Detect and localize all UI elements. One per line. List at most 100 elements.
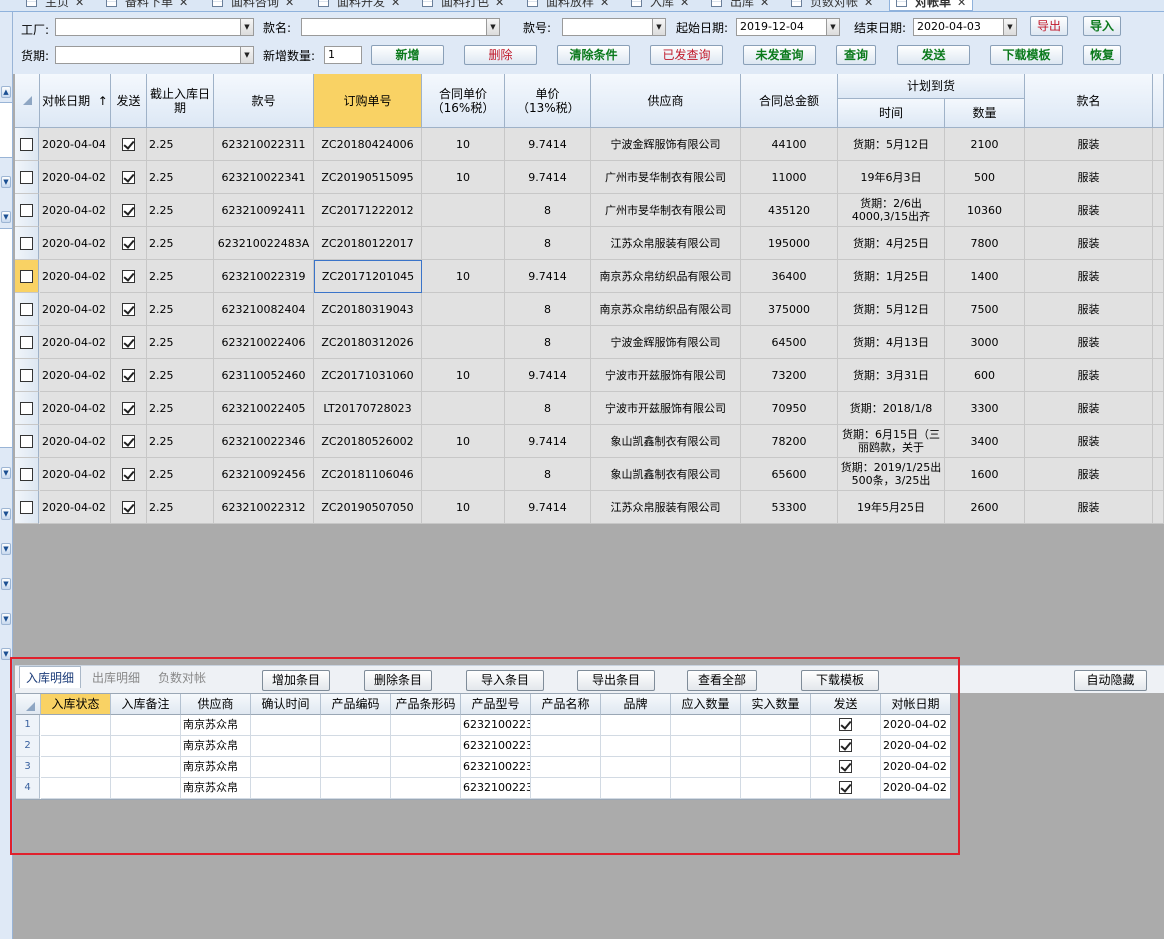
cell-model[interactable]: 6232100223 (461, 715, 531, 736)
cell-brand[interactable] (601, 778, 671, 799)
cell-style-no[interactable]: 623210022483A (214, 227, 314, 260)
cell-expected-qty[interactable] (671, 736, 741, 757)
cell-order-no[interactable]: ZC20190507050 (314, 491, 422, 524)
close-icon[interactable]: ✕ (600, 0, 609, 9)
cell-order-no[interactable]: ZC20171222012 (314, 194, 422, 227)
cell-deadline[interactable]: 2.25 (147, 194, 214, 227)
cell-plan-qty[interactable]: 7800 (945, 227, 1025, 260)
checkbox-icon[interactable] (122, 236, 135, 250)
cell-deadline[interactable]: 2.25 (147, 293, 214, 326)
cell-actual-qty[interactable] (741, 778, 811, 799)
row-number[interactable]: 4 (16, 778, 40, 799)
chevron-down-icon[interactable]: ▼ (1, 648, 11, 660)
cell-style-no[interactable]: 623210022311 (214, 128, 314, 161)
cell-product-name[interactable] (531, 736, 601, 757)
cell-unit-price[interactable]: 9.7414 (505, 491, 591, 524)
cell-order-no[interactable]: ZC20180424006 (314, 128, 422, 161)
cell-style-name[interactable]: 服装 (1025, 194, 1153, 227)
delete-button[interactable]: 删除 (464, 45, 537, 65)
checkbox-icon[interactable] (122, 368, 135, 382)
cell-send[interactable] (111, 293, 147, 326)
cell-style-name[interactable]: 服装 (1025, 128, 1153, 161)
cell-total[interactable]: 195000 (741, 227, 838, 260)
cell-plan-time[interactable]: 货期：4月13日 (838, 326, 945, 359)
row-select-checkbox[interactable] (15, 425, 39, 458)
cell-date[interactable]: 2020-04-04 (40, 128, 111, 161)
cell-style-no[interactable]: 623210022406 (214, 326, 314, 359)
cell-contract-price[interactable]: 10 (422, 359, 505, 392)
cell-supplier[interactable]: 广州市旻华制衣有限公司 (591, 161, 741, 194)
col-header-deadline[interactable]: 截止入库日期 (147, 74, 214, 128)
cell-date[interactable]: 2020-04-02 (40, 491, 111, 524)
tab-fabric-development[interactable]: 面料开发 ✕ (318, 0, 400, 11)
add-count-input[interactable]: 1 (324, 46, 362, 64)
cell-filler[interactable] (1153, 392, 1164, 425)
cell-model[interactable]: 6232100223 (461, 736, 531, 757)
add-button[interactable]: 新增 (371, 45, 444, 65)
cell-plan-qty[interactable]: 2600 (945, 491, 1025, 524)
cell-supplier[interactable]: 南京苏众帛纺织品有限公司 (591, 260, 741, 293)
cell-send[interactable] (811, 715, 881, 736)
cell-filler[interactable] (1153, 491, 1164, 524)
cell-expected-qty[interactable] (671, 778, 741, 799)
checkbox-icon[interactable] (20, 434, 33, 448)
checkbox-icon[interactable] (839, 718, 852, 731)
cell-send[interactable] (111, 227, 147, 260)
row-select-checkbox[interactable] (15, 227, 39, 260)
cell-send[interactable] (111, 326, 147, 359)
chevron-down-icon[interactable]: ▼ (1, 176, 11, 188)
cell-contract-price[interactable] (422, 293, 505, 326)
cell-unit-price[interactable]: 9.7414 (505, 359, 591, 392)
cell-barcode[interactable] (391, 757, 461, 778)
tab-in-detail[interactable]: 入库明细 (19, 666, 82, 688)
cell-date[interactable]: 2020-04-02 (40, 227, 111, 260)
cell-order-no[interactable]: ZC20190515095 (314, 161, 422, 194)
chevron-down-icon[interactable]: ▼ (1, 543, 11, 555)
cell-date[interactable]: 2020-04-02 (40, 326, 111, 359)
cell-contract-price[interactable] (422, 458, 505, 491)
row-select-checkbox[interactable] (15, 260, 39, 293)
row-number[interactable]: 1 (16, 715, 40, 736)
col-header-style-no[interactable]: 款号 (214, 74, 314, 128)
cell-total[interactable]: 73200 (741, 359, 838, 392)
cell-date[interactable]: 2020-04-02 (881, 778, 950, 799)
chevron-up-icon[interactable]: ▲ (1, 86, 11, 98)
tab-out-detail[interactable]: 出库明细 (92, 669, 140, 686)
col-header-barcode[interactable]: 产品条形码 (391, 694, 461, 715)
cell-style-no[interactable]: 623210022312 (214, 491, 314, 524)
cell-filler[interactable] (1153, 458, 1164, 491)
cell-plan-qty[interactable]: 7500 (945, 293, 1025, 326)
cell-barcode[interactable] (391, 736, 461, 757)
tab-fabric-sample[interactable]: 面料放样 ✕ (527, 0, 609, 11)
cell-total[interactable]: 11000 (741, 161, 838, 194)
cell-supplier[interactable]: 宁波市开兹服饰有限公司 (591, 359, 741, 392)
col-header-order-no[interactable]: 订购单号 (314, 74, 422, 128)
cell-total[interactable]: 44100 (741, 128, 838, 161)
chevron-down-icon[interactable]: ▼ (1, 613, 11, 625)
query-button[interactable]: 查询 (836, 45, 876, 65)
cell-style-no[interactable]: 623210092456 (214, 458, 314, 491)
col-header-supplier[interactable]: 供应商 (181, 694, 251, 715)
checkbox-icon[interactable] (20, 500, 33, 514)
cell-send[interactable] (111, 458, 147, 491)
checkbox-icon[interactable] (839, 781, 852, 794)
chevron-down-icon[interactable]: ▼ (826, 19, 839, 35)
cell-total[interactable]: 435120 (741, 194, 838, 227)
cell-supplier[interactable]: 江苏众帛服装有限公司 (591, 491, 741, 524)
cell-supplier[interactable]: 江苏众帛服装有限公司 (591, 227, 741, 260)
checkbox-icon[interactable] (20, 170, 33, 184)
cell-plan-time[interactable]: 货期：5月12日 (838, 293, 945, 326)
col-header-confirm-time[interactable]: 确认时间 (251, 694, 321, 715)
cell-filler[interactable] (1153, 293, 1164, 326)
cell-send[interactable] (811, 778, 881, 799)
close-icon[interactable]: ✕ (957, 0, 966, 9)
cell-plan-qty[interactable]: 600 (945, 359, 1025, 392)
cell-actual-qty[interactable] (741, 736, 811, 757)
cell-supplier[interactable]: 广州市旻华制衣有限公司 (591, 194, 741, 227)
col-header-expected-qty[interactable]: 应入数量 (671, 694, 741, 715)
cell-style-no[interactable]: 623210022319 (214, 260, 314, 293)
cell-date[interactable]: 2020-04-02 (881, 736, 950, 757)
row-select-checkbox[interactable] (15, 326, 39, 359)
cell-send[interactable] (111, 491, 147, 524)
close-icon[interactable]: ✕ (864, 0, 873, 9)
